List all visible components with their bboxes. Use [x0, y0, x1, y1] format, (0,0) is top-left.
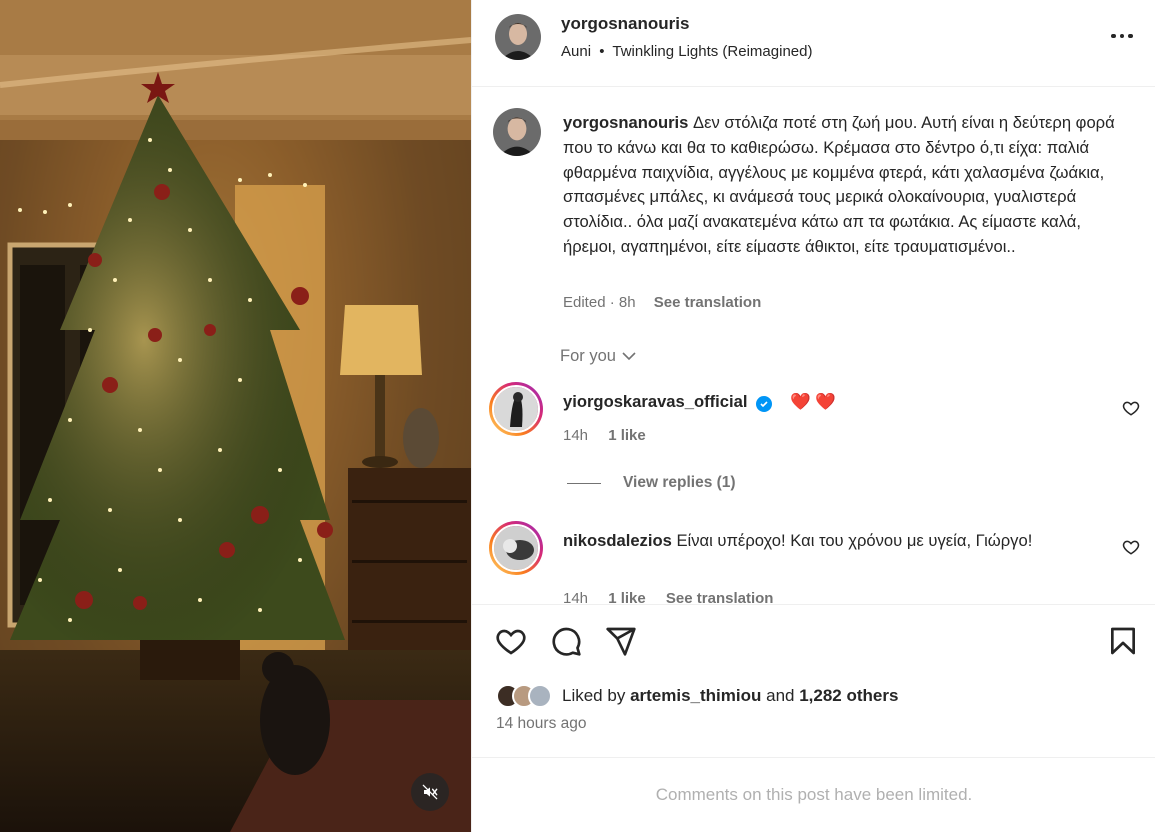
caption-edited-time: Edited · 8h: [563, 294, 636, 311]
post-header: yorgosnanouris Auni • Twinkling Lights (…: [472, 0, 1155, 87]
post-media[interactable]: [0, 0, 471, 832]
mute-button[interactable]: [411, 773, 449, 811]
likes-count[interactable]: 1,282 others: [799, 686, 898, 705]
liker-avatar[interactable]: [528, 684, 552, 708]
post-actions: Liked by artemis_thimiou and 1,282 other…: [472, 604, 1155, 754]
post-side-panel: yorgosnanouris Auni • Twinkling Lights (…: [471, 0, 1155, 832]
comments-limited-notice: Comments on this post have been limited.: [655, 785, 973, 804]
comment-like-heart-icon[interactable]: [1122, 399, 1140, 417]
liked-by-prefix: Liked by: [562, 686, 626, 705]
caption-username[interactable]: yorgosnanouris: [563, 113, 688, 132]
comments-filter-label: For you: [560, 347, 616, 365]
comment-avatar[interactable]: [489, 382, 543, 436]
comment-text: Είναι υπέροχο! Και του χρόνου με υγεία, …: [676, 531, 1033, 550]
caption-text: Δεν στόλιζα ποτέ στη ζωή μου. Αυτή είναι…: [563, 113, 1115, 256]
view-replies-label: View replies (1): [623, 474, 736, 491]
post-caption: yorgosnanouris Δεν στόλιζα ποτέ στη ζωή …: [563, 111, 1123, 260]
comments-filter-dropdown[interactable]: For you: [560, 347, 636, 366]
comment-icon[interactable]: [550, 625, 582, 657]
bookmark-icon[interactable]: [1107, 625, 1139, 657]
heart-icon[interactable]: [495, 625, 527, 657]
replies-divider: [567, 482, 601, 484]
comment-time[interactable]: 14h: [563, 427, 588, 444]
comments-limited-footer: Comments on this post have been limited.: [472, 757, 1155, 832]
audio-title[interactable]: Twinkling Lights (Reimagined): [612, 43, 812, 60]
see-translation-link[interactable]: See translation: [666, 590, 774, 604]
comment-time[interactable]: 14h: [563, 590, 588, 604]
audio-muted-icon: [422, 784, 438, 800]
liked-by-and: and: [766, 686, 795, 705]
comment-likes[interactable]: 1 like: [608, 590, 646, 604]
see-translation-link[interactable]: See translation: [654, 294, 762, 311]
liked-by-row: Liked by artemis_thimiou and 1,282 other…: [496, 684, 898, 708]
caption-avatar[interactable]: [493, 108, 541, 156]
christmas-tree-photo: [0, 0, 471, 832]
comment-likes[interactable]: 1 like: [608, 427, 646, 444]
caption-meta: Edited · 8h See translation: [563, 294, 761, 311]
more-options-button[interactable]: [1107, 26, 1137, 46]
comment-meta: 14h 1 like See translation: [563, 590, 773, 604]
post-timestamp[interactable]: 14 hours ago: [496, 715, 587, 733]
comment-meta: 14h 1 like: [563, 427, 646, 444]
comment-username[interactable]: nikosdalezios: [563, 531, 672, 550]
comment-avatar[interactable]: [489, 521, 543, 575]
audio-attribution[interactable]: Auni • Twinkling Lights (Reimagined): [561, 43, 812, 60]
comment-username-text[interactable]: yiorgoskaravas_official: [563, 392, 747, 411]
liked-by-username[interactable]: artemis_thimiou: [630, 686, 761, 705]
chevron-down-icon: [622, 352, 636, 361]
verified-badge-icon: [756, 396, 773, 412]
comment-meta-clipped: 14h 1 like See translation: [472, 590, 1155, 604]
more-options-icon: [1111, 33, 1116, 39]
avatar[interactable]: [495, 14, 541, 60]
comment-like-heart-icon[interactable]: [1122, 538, 1140, 556]
view-replies-button[interactable]: View replies (1): [567, 474, 736, 492]
audio-separator: •: [599, 43, 605, 60]
comment-username[interactable]: yiorgoskaravas_official: [563, 392, 773, 412]
header-username[interactable]: yorgosnanouris: [561, 14, 689, 34]
share-icon[interactable]: [605, 625, 637, 657]
comment-body: nikosdalezios Είναι υπέροχο! Και του χρό…: [563, 528, 1033, 553]
liked-by-text: Liked by artemis_thimiou and 1,282 other…: [562, 686, 898, 706]
comment-text: ❤️ ❤️: [790, 392, 836, 411]
audio-artist[interactable]: Auni: [561, 43, 591, 60]
